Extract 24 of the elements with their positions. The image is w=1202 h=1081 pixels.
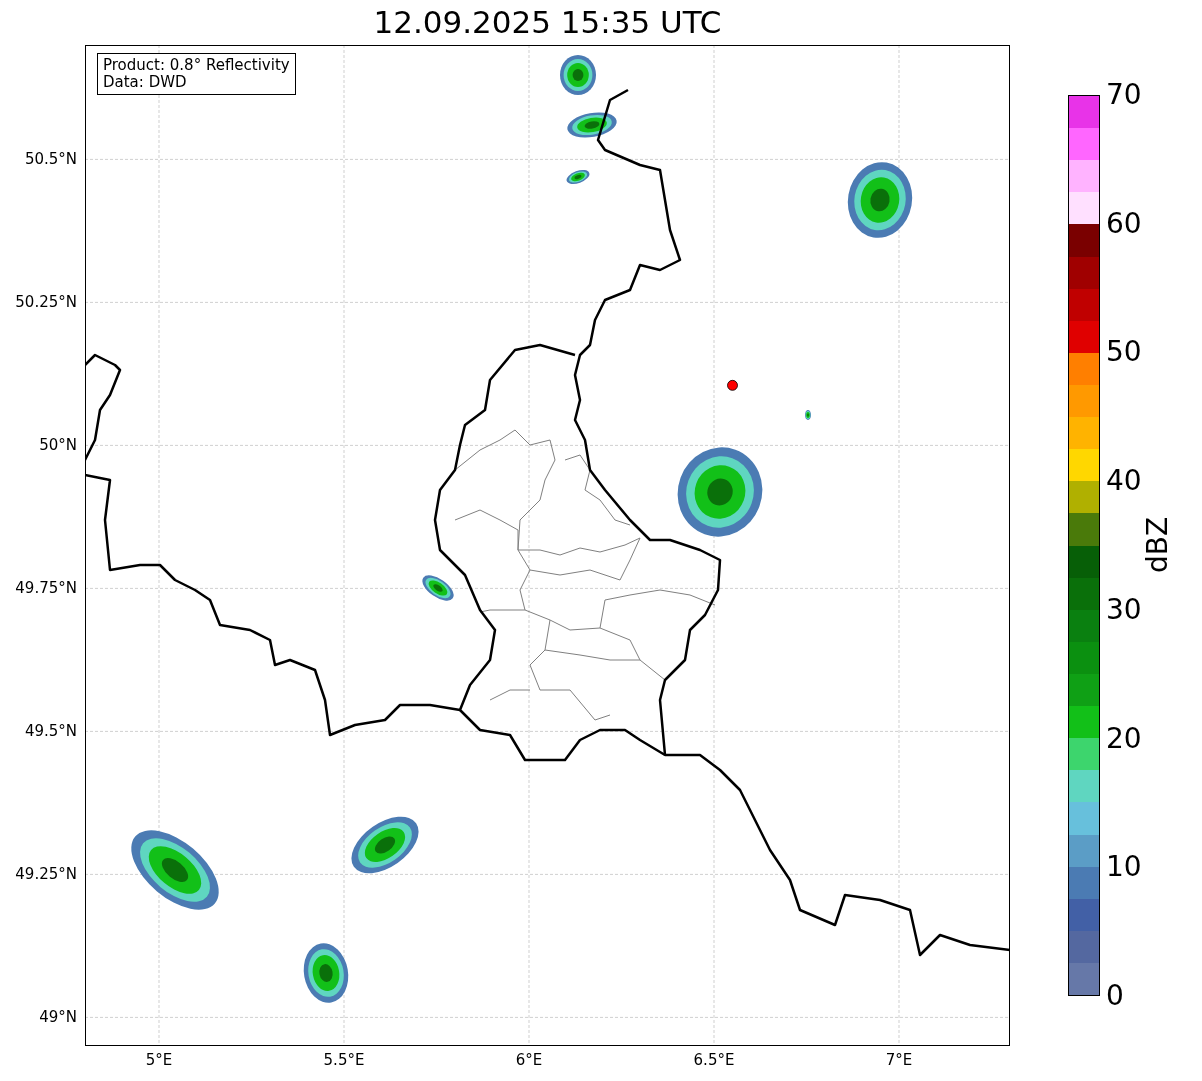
latitude-tick-label: 49°N — [39, 1007, 77, 1029]
colorbar-tick-label: 70 — [1106, 80, 1142, 110]
longitude-tick-label: 5.5°E — [323, 1050, 365, 1071]
latitude-tick-label: 49.75°N — [15, 578, 77, 600]
longitude-tick-label: 5°E — [145, 1050, 173, 1071]
longitude-tick-label: 6.5°E — [693, 1050, 735, 1071]
colorbar-tick-label: 10 — [1106, 852, 1142, 883]
colorbar-tick-label: 50 — [1106, 337, 1142, 368]
latitude-tick-label: 50°N — [39, 435, 77, 457]
colorbar-tick-label: 60 — [1106, 208, 1142, 239]
latitude-tick-label: 49.25°N — [15, 864, 77, 886]
latitude-tick-label: 50.25°N — [15, 292, 77, 314]
longitude-tick-label: 6°E — [515, 1050, 543, 1071]
latitude-tick-label: 49.5°N — [24, 721, 77, 743]
info-text: Data: DWD — [103, 74, 188, 91]
colorbar-label: dBZ — [1140, 516, 1175, 574]
info-text: Product: 0.8° Reflectivity — [103, 57, 290, 74]
chart-title: 12.09.2025 15:35 UTC — [373, 3, 722, 42]
colorbar-tick-label: 20 — [1106, 723, 1142, 754]
latitude-tick-label: 50.5°N — [24, 149, 77, 171]
colorbar-tick-label: 30 — [1106, 594, 1142, 625]
colorbar-tick-label: 40 — [1106, 466, 1142, 497]
colorbar-tick-label: 0 — [1106, 981, 1124, 1011]
longitude-tick-label: 7°E — [885, 1050, 913, 1071]
